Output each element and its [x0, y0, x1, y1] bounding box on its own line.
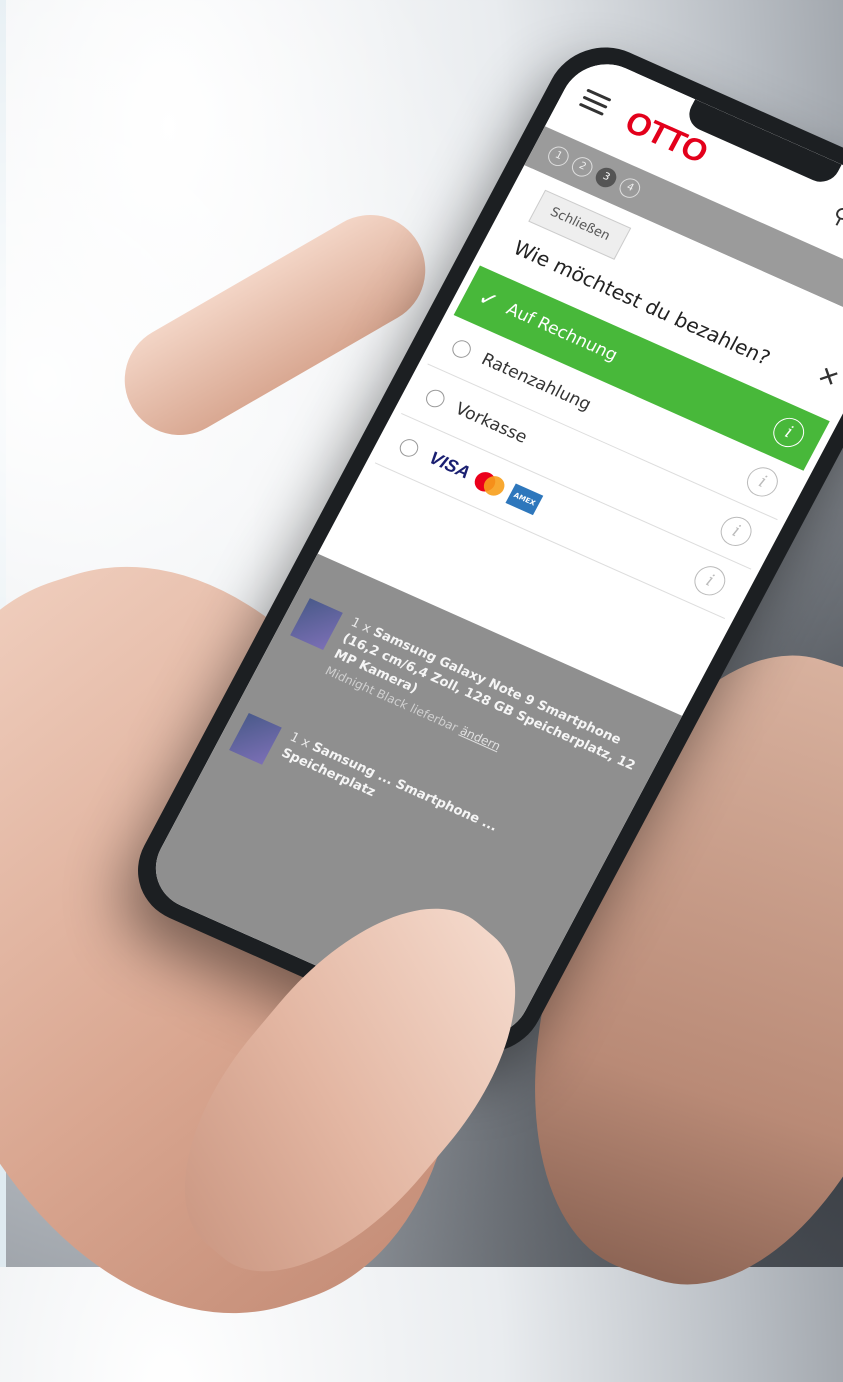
- item-stock: lieferbar: [407, 701, 461, 735]
- close-x-icon[interactable]: ✕: [813, 360, 843, 393]
- product-thumbnail: [290, 598, 343, 650]
- search-icon[interactable]: ⚲: [828, 203, 843, 232]
- info-icon[interactable]: i: [689, 561, 731, 601]
- step-indicator: 2: [568, 153, 597, 180]
- product-thumbnail: [229, 712, 282, 765]
- amex-logo: AMEX: [505, 483, 544, 515]
- radio-button[interactable]: [396, 435, 422, 460]
- change-item-link[interactable]: ändern: [458, 724, 503, 754]
- option-label: Vorkasse: [451, 398, 531, 448]
- item-name: Samsung ... Smartphone ... Speicherplatz: [278, 739, 500, 835]
- info-icon[interactable]: i: [741, 462, 784, 502]
- checkmark-icon: ✓: [473, 284, 503, 315]
- step-indicator: 1: [544, 143, 573, 170]
- info-icon[interactable]: i: [767, 413, 810, 452]
- radio-button[interactable]: [423, 386, 448, 410]
- step-indicator-active: 3: [592, 164, 620, 191]
- mastercard-logo-icon: [471, 468, 509, 500]
- radio-button[interactable]: [449, 337, 475, 361]
- step-indicator: 4: [615, 175, 644, 202]
- info-icon[interactable]: i: [715, 511, 757, 551]
- visa-logo: VISA: [425, 447, 474, 483]
- hamburger-menu-icon[interactable]: [578, 88, 612, 117]
